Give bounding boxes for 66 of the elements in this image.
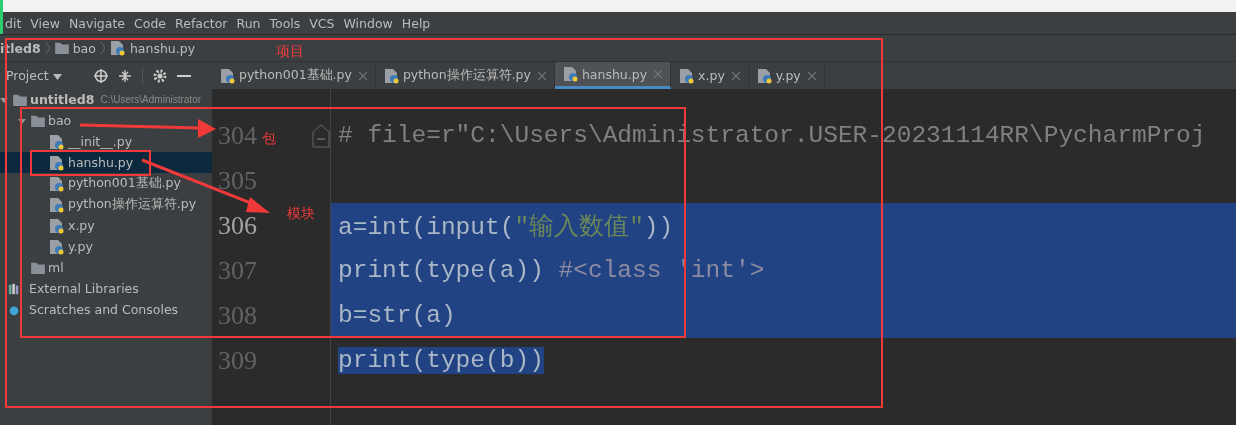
python-file-icon: [49, 238, 65, 255]
tree-item[interactable]: Scratches and Consoles: [0, 299, 212, 320]
close-icon[interactable]: [731, 71, 740, 80]
tree-item[interactable]: bao: [0, 110, 212, 131]
line-number: 308: [218, 300, 257, 330]
menu-item[interactable]: Help: [401, 15, 431, 31]
tree-item[interactable]: __init__.py: [0, 131, 212, 152]
line-number: 304: [218, 120, 257, 150]
fold-icon[interactable]: [312, 123, 330, 148]
line-number: 306: [218, 210, 257, 240]
python-file-icon: [109, 40, 126, 56]
settings-icon[interactable]: [152, 68, 167, 83]
menu-item[interactable]: Code: [134, 15, 167, 31]
locate-icon[interactable]: [93, 68, 108, 83]
close-icon[interactable]: [537, 71, 546, 80]
code-line: b=str(a): [338, 302, 456, 329]
python-file-icon: [49, 175, 65, 192]
tree-item[interactable]: y.py: [0, 236, 212, 257]
python-file-icon: [49, 154, 65, 171]
folder-icon: [31, 261, 45, 274]
project-view-dropdown[interactable]: Project: [6, 68, 62, 83]
python-file-icon: [49, 133, 65, 150]
annotation-label: 项目: [276, 43, 304, 61]
editor-tab[interactable]: hanshu.py: [554, 62, 672, 89]
python-file-icon: [756, 67, 773, 84]
line-number: 307: [218, 255, 257, 285]
line-number: 309: [218, 345, 257, 375]
menu-item[interactable]: VCS: [309, 15, 335, 31]
collapse-icon[interactable]: [117, 68, 132, 83]
menu-item[interactable]: Navigate: [69, 15, 126, 31]
caret-icon[interactable]: [0, 95, 8, 104]
tree-item[interactable]: untitled8 C:\Users\Administrator: [0, 89, 212, 110]
tree-item[interactable]: hanshu.py: [0, 152, 212, 173]
caret-icon[interactable]: [18, 116, 26, 125]
close-icon[interactable]: [807, 71, 816, 80]
annotation-label: 包: [262, 130, 276, 148]
menu-item[interactable]: Window: [343, 15, 393, 31]
tree-item[interactable]: External Libraries: [0, 278, 212, 299]
menu-item[interactable]: Run: [236, 15, 261, 31]
menu-item[interactable]: dit: [5, 15, 22, 31]
python-file-icon: [562, 66, 579, 82]
python-file-icon: [679, 67, 696, 84]
close-icon[interactable]: [358, 71, 367, 80]
chevron-icon: [44, 41, 51, 55]
folder-icon: [31, 114, 45, 127]
breadcrumb-item[interactable]: bao: [72, 40, 96, 56]
tree-item[interactable]: x.py: [0, 215, 212, 236]
tree-item[interactable]: ml: [0, 257, 212, 278]
python-file-icon: [49, 217, 65, 234]
annotation-label: 模块: [287, 205, 315, 223]
menu-item[interactable]: Tools: [269, 15, 301, 31]
folder-icon: [13, 93, 27, 106]
code-line: a=int(input("输入数值")): [338, 212, 674, 242]
caret-icon: [52, 74, 62, 80]
line-number: 305: [218, 165, 257, 195]
menu-item[interactable]: Refactor: [175, 15, 228, 31]
chevron-icon: [99, 41, 106, 55]
breadcrumb-item[interactable]: hanshu.py: [129, 40, 196, 56]
tree-item[interactable]: python操作运算符.py: [0, 194, 212, 215]
folder-icon: [54, 42, 69, 54]
python-file-icon: [220, 67, 236, 84]
menu-item[interactable]: View: [30, 15, 60, 31]
python-file-icon: [49, 196, 65, 213]
tree-item[interactable]: python001基础.py: [0, 173, 212, 194]
python-file-icon: [383, 67, 400, 84]
libraries-icon: [8, 282, 20, 295]
